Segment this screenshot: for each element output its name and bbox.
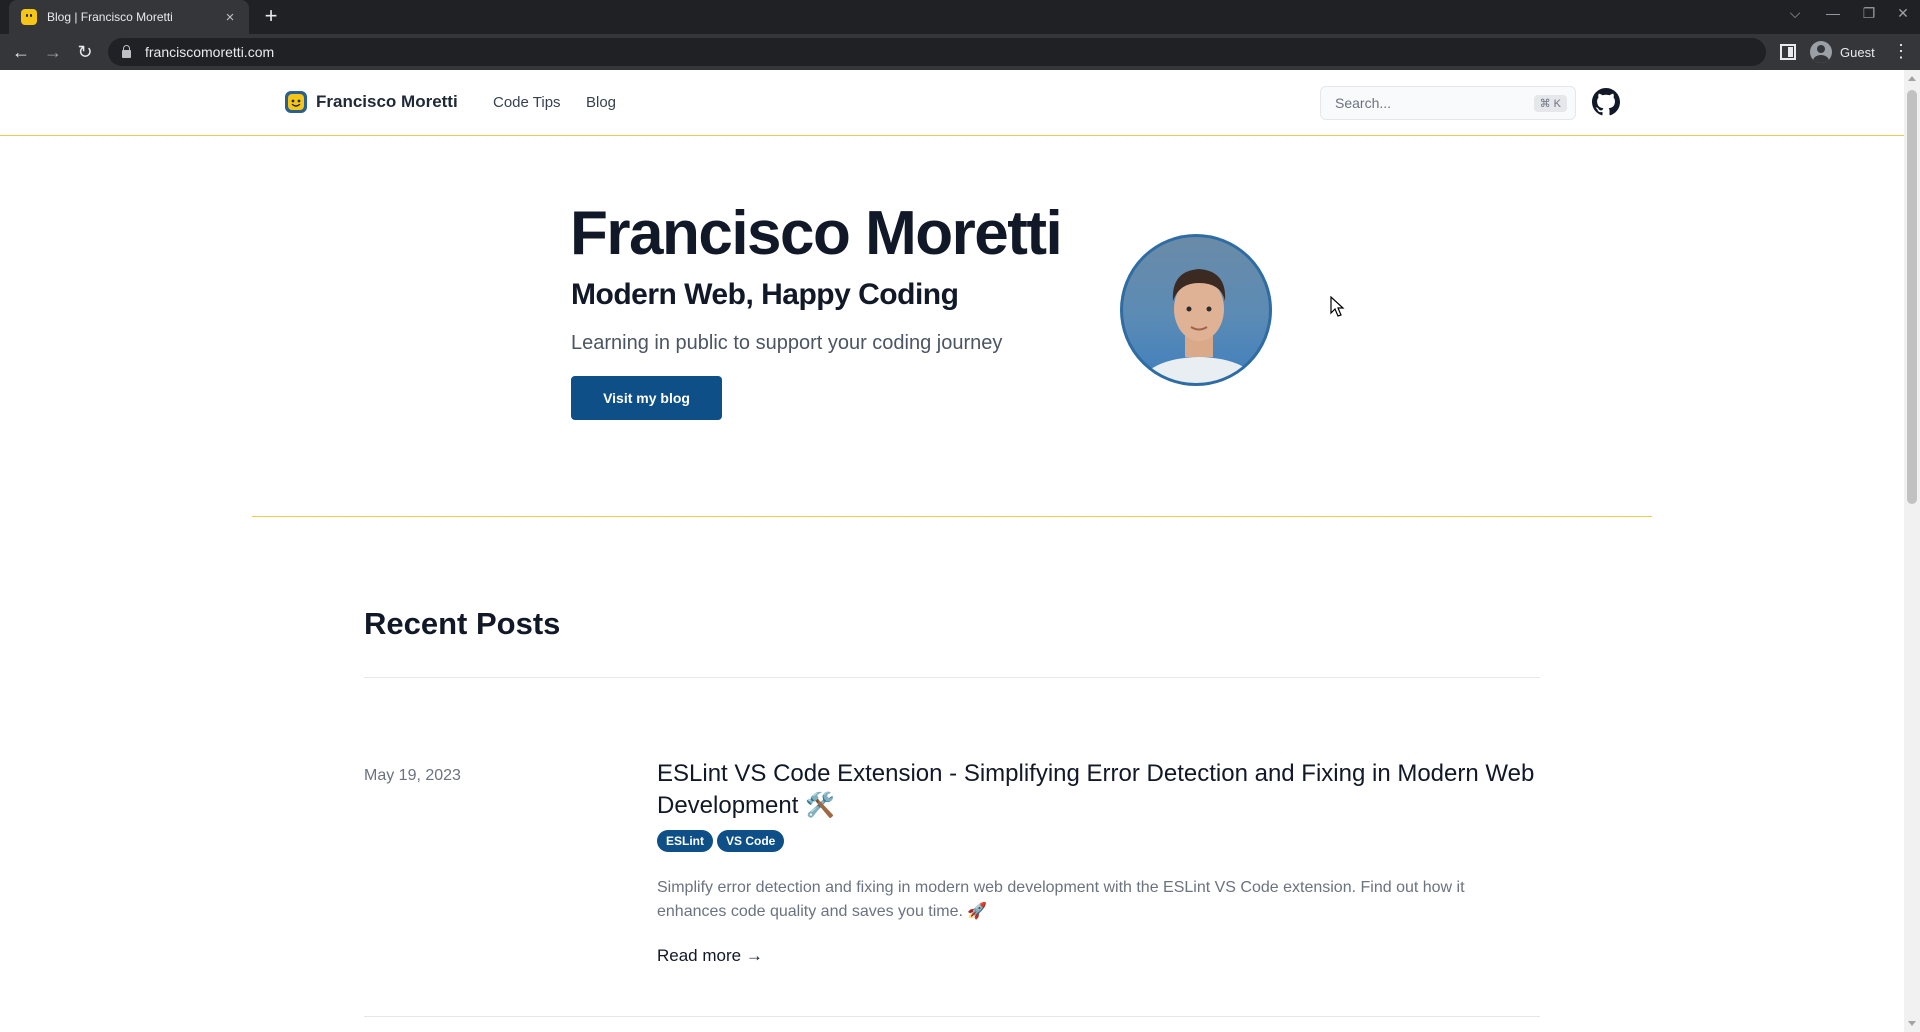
- new-tab-button[interactable]: +: [258, 4, 284, 30]
- github-icon[interactable]: [1592, 88, 1620, 116]
- scrollbar-thumb[interactable]: [1907, 90, 1917, 504]
- url-text[interactable]: franciscomoretti.com: [145, 44, 274, 60]
- brand-logo-icon: [285, 91, 307, 113]
- profile-button[interactable]: Guest: [1806, 39, 1883, 65]
- nav-link-blog[interactable]: Blog: [586, 94, 616, 111]
- tag-vs-code[interactable]: VS Code: [717, 830, 785, 852]
- hero-subtitle: Modern Web, Happy Coding: [571, 278, 959, 311]
- section-divider: [364, 677, 1540, 678]
- site-favicon-icon: [21, 9, 37, 25]
- brand-name: Francisco Moretti: [316, 92, 458, 111]
- search-shortcut-badge: ⌘ K: [1533, 94, 1567, 112]
- reload-button[interactable]: ↻: [74, 41, 96, 63]
- author-portrait-image: [1139, 269, 1259, 383]
- hero-divider: [252, 516, 1652, 517]
- scroll-down-arrow-icon[interactable]: [1908, 1021, 1916, 1026]
- hero-name: Francisco Moretti: [570, 199, 1063, 268]
- tab-title: Blog | Francisco Moretti: [47, 10, 173, 24]
- forward-button[interactable]: →: [42, 41, 64, 63]
- tab-close-icon[interactable]: ×: [221, 9, 239, 26]
- side-panel-icon[interactable]: [1780, 44, 1796, 60]
- profile-name: Guest: [1840, 44, 1875, 60]
- lock-icon[interactable]: [122, 45, 131, 58]
- page-viewport: Francisco Moretti Code Tips Blog Search.…: [0, 70, 1904, 1032]
- nav-link-code-tips[interactable]: Code Tips: [493, 94, 561, 111]
- address-bar[interactable]: franciscomoretti.com: [108, 38, 1766, 66]
- site-header: Francisco Moretti Code Tips Blog Search.…: [0, 70, 1904, 136]
- minimize-button[interactable]: —: [1818, 5, 1848, 21]
- browser-tab-active[interactable]: Blog | Francisco Moretti ×: [9, 0, 249, 34]
- visit-blog-button[interactable]: Visit my blog: [571, 376, 722, 420]
- close-window-button[interactable]: ✕: [1888, 5, 1918, 22]
- search-placeholder: Search...: [1335, 95, 1392, 111]
- page-scrollbar[interactable]: [1904, 70, 1920, 1032]
- post-divider: [364, 1016, 1540, 1017]
- post-excerpt: Simplify error detection and fixing in m…: [657, 879, 1465, 920]
- browser-menu-icon[interactable]: ⋮: [1892, 40, 1910, 64]
- profile-avatar-icon: [1810, 41, 1832, 63]
- hero-tagline: Learning in public to support your codin…: [571, 332, 1003, 354]
- back-button[interactable]: ←: [10, 41, 32, 63]
- author-avatar: [1120, 234, 1272, 386]
- tag-eslint[interactable]: ESLint: [657, 830, 713, 852]
- read-more-link[interactable]: Read more →: [657, 946, 763, 966]
- mouse-cursor-icon: [1330, 296, 1345, 317]
- search-input[interactable]: Search... ⌘ K: [1320, 86, 1576, 120]
- recent-posts-heading: Recent Posts: [364, 606, 561, 641]
- tab-search-chevron-icon[interactable]: ⌵: [1780, 5, 1810, 22]
- restore-button[interactable]: ❐: [1854, 5, 1884, 22]
- browser-toolbar: ← → ↻ franciscomoretti.com Guest ⋮: [0, 34, 1920, 70]
- post-date: May 19, 2023: [364, 767, 461, 784]
- scroll-up-arrow-icon[interactable]: [1908, 76, 1916, 81]
- brand-link[interactable]: Francisco Moretti: [284, 90, 458, 114]
- post-title-link[interactable]: ESLint VS Code Extension - Simplifying E…: [657, 758, 1537, 822]
- browser-tab-strip: Blog | Francisco Moretti × + ⌵ — ❐ ✕: [0, 0, 1920, 34]
- post-tags: ESLint VS Code: [657, 830, 785, 852]
